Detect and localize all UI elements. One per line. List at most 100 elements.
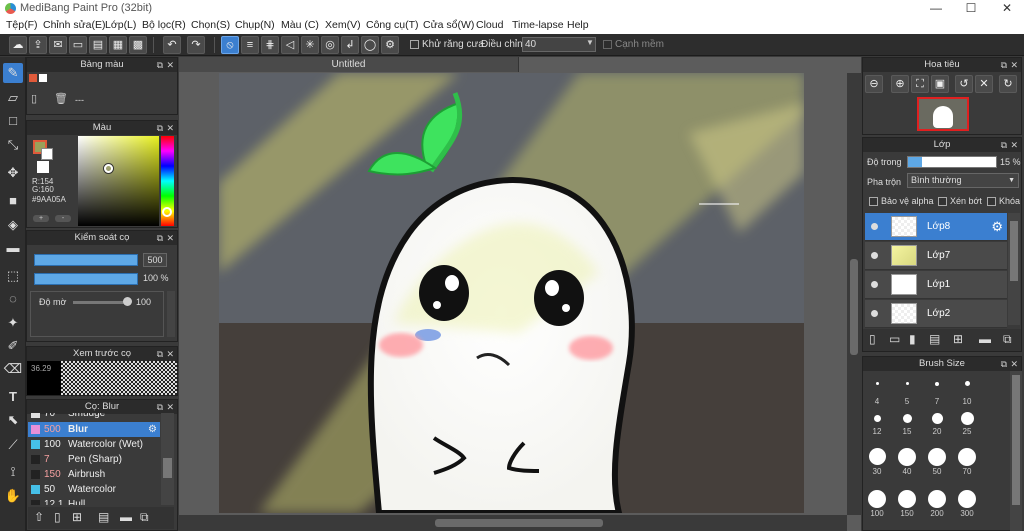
hand-tool-icon[interactable]: ✋ xyxy=(3,486,23,506)
navigator-thumbnail[interactable] xyxy=(917,97,969,131)
new-layer-icon[interactable]: ▯ xyxy=(869,332,876,346)
brush-size-cell[interactable]: 25 xyxy=(952,412,982,442)
add-layer-menu-icon[interactable]: ⊞ xyxy=(953,332,963,346)
menu-edit[interactable]: Chỉnh sửa(E) xyxy=(43,19,105,31)
close-button[interactable]: ✕ xyxy=(990,0,1024,17)
detach-icon[interactable]: ⧉ xyxy=(1001,357,1007,371)
new-palette-icon[interactable]: ▯ xyxy=(31,92,37,105)
size-slider[interactable] xyxy=(34,254,138,266)
size-value[interactable]: 500 xyxy=(143,253,167,267)
brush-item[interactable]: 100 Watercolor (Wet) xyxy=(28,437,160,452)
brush-list-scrollbar[interactable] xyxy=(161,413,174,505)
bucket-tool-icon[interactable]: ◈ xyxy=(3,215,23,235)
zoom-in-icon[interactable]: ⊕ xyxy=(891,75,909,93)
brush-size-cell[interactable]: 200 xyxy=(922,490,952,520)
brush-size-cell[interactable]: 12 xyxy=(862,412,892,442)
chevron-down-icon[interactable]: ▼ xyxy=(586,38,594,47)
canvas-horizontal-scrollbar[interactable] xyxy=(179,515,847,531)
operation-tool-icon[interactable]: ⬉ xyxy=(3,410,23,430)
brush-size-cell[interactable]: 15 xyxy=(892,412,922,442)
sv-cursor[interactable] xyxy=(104,164,113,173)
layer-row[interactable]: Lớp1 xyxy=(865,271,1007,299)
rotate-right-icon[interactable]: ↻ xyxy=(999,75,1017,93)
clip-checkbox[interactable] xyxy=(938,197,947,206)
brush-size-cell[interactable]: 150 xyxy=(892,490,922,520)
move-tool-icon[interactable]: ✥ xyxy=(3,163,23,183)
rotate-left-icon[interactable]: ↺ xyxy=(955,75,973,93)
share-icon[interactable]: ⇪ xyxy=(29,36,47,54)
detach-icon[interactable]: ⧉ xyxy=(1001,138,1007,152)
density-thumb[interactable] xyxy=(123,297,132,306)
menu-filter[interactable]: Bộ lọc(R) xyxy=(142,19,186,31)
reset-icon[interactable]: ✕ xyxy=(975,75,993,93)
fit-icon[interactable]: ⛶ xyxy=(911,75,929,93)
brush-size-cell[interactable]: 300 xyxy=(952,490,982,520)
brush-tool-icon[interactable]: ✎ xyxy=(3,63,23,83)
eye-icon[interactable] xyxy=(871,252,878,259)
maximize-button[interactable]: ☐ xyxy=(954,0,988,17)
layer-row[interactable]: Lớp7 xyxy=(865,242,1007,270)
fill-rect-tool-icon[interactable]: ■ xyxy=(3,191,23,211)
remove-color-button[interactable]: - xyxy=(55,215,71,222)
edge-checkbox[interactable] xyxy=(603,40,612,49)
close-icon[interactable]: ✕ xyxy=(166,58,174,72)
snap-ellipse-icon[interactable]: ◯ xyxy=(361,36,379,54)
canvas-artwork[interactable] xyxy=(219,73,804,513)
layer-row[interactable]: Lớp8 ⚙ xyxy=(865,213,1007,241)
background-color-swatch[interactable] xyxy=(41,148,53,160)
menu-color[interactable]: Màu (C) xyxy=(281,19,319,31)
eye-icon[interactable] xyxy=(871,281,878,288)
folder-icon[interactable]: ▬ xyxy=(979,332,991,346)
brush-item[interactable]: 7 Pen (Sharp) xyxy=(28,452,160,467)
minimize-button[interactable]: — xyxy=(919,0,953,17)
brush-item[interactable]: 500 Blur ⚙ xyxy=(28,422,160,437)
menu-timelapse[interactable]: Time-lapse xyxy=(512,19,564,31)
detach-icon[interactable]: ⧉ xyxy=(157,347,163,361)
brush-settings-icon[interactable]: ▤ xyxy=(98,510,109,524)
brush-item[interactable]: 50 Watercolor xyxy=(28,482,160,497)
folder-icon[interactable]: ▬ xyxy=(120,510,132,524)
menu-file[interactable]: Tệp(F) xyxy=(6,19,38,31)
brush-item[interactable]: 70 Smudge xyxy=(28,413,160,421)
brush-item[interactable]: 12.1 Hull xyxy=(28,497,160,505)
cloud-download-icon[interactable]: ⇧ xyxy=(34,510,44,524)
layer-scrollbar[interactable] xyxy=(1008,213,1020,325)
snap-curve-icon[interactable]: ↲ xyxy=(341,36,359,54)
new-brush-icon[interactable]: ▯ xyxy=(54,510,61,524)
brush-size-cell[interactable]: 100 xyxy=(862,490,892,520)
detach-icon[interactable]: ⧉ xyxy=(157,231,163,245)
select-pen-icon[interactable]: ✐ xyxy=(3,336,23,356)
line-tool-icon[interactable]: ⤡ xyxy=(3,135,23,155)
select-eraser-icon[interactable]: ⌫ xyxy=(3,359,23,379)
brush-param-scrollbar[interactable] xyxy=(167,291,175,337)
select-tool-icon[interactable]: ⬚ xyxy=(3,266,23,286)
close-icon[interactable]: ✕ xyxy=(1010,138,1018,152)
page-list-icon[interactable]: ▦ xyxy=(109,36,127,54)
brush-size-cell[interactable]: 20 xyxy=(922,412,952,442)
duplicate-layer-icon[interactable]: ▤ xyxy=(929,332,940,346)
brush-size-cell[interactable]: 4 xyxy=(862,380,892,410)
color-sv-picker[interactable] xyxy=(78,136,159,226)
undo-icon[interactable]: ↶ xyxy=(163,36,181,54)
protect-alpha-checkbox[interactable] xyxy=(869,197,878,206)
detach-icon[interactable]: ⧉ xyxy=(157,400,163,414)
brush-size-scrollbar[interactable] xyxy=(1010,371,1022,531)
snap-radial-icon[interactable]: ✳ xyxy=(301,36,319,54)
brush-item[interactable]: 150 Airbrush xyxy=(28,467,160,482)
divide-tool-icon[interactable]: ⟋ xyxy=(3,435,23,455)
blend-select[interactable]: Bình thường ▼ xyxy=(907,173,1019,188)
brush-size-cell[interactable]: 30 xyxy=(862,448,892,478)
snap-cross-icon[interactable]: ⋕ xyxy=(261,36,279,54)
canvas-vertical-scrollbar[interactable] xyxy=(847,73,861,515)
close-icon[interactable]: ✕ xyxy=(166,400,174,414)
antialias-checkbox[interactable] xyxy=(410,40,419,49)
eraser-tool-icon[interactable]: ▱ xyxy=(3,88,23,108)
detach-icon[interactable]: ⧉ xyxy=(1001,58,1007,72)
add-color-button[interactable]: + xyxy=(33,215,49,222)
brush-size-cell[interactable]: 5 xyxy=(892,380,922,410)
opacity-slider[interactable] xyxy=(34,273,138,285)
layer-row[interactable]: Lớp2 xyxy=(865,300,1007,328)
adjust-select[interactable]: 40 xyxy=(522,37,596,52)
snap-vanishing-icon[interactable]: ◁ xyxy=(281,36,299,54)
palette-swatch-white[interactable] xyxy=(39,74,47,82)
